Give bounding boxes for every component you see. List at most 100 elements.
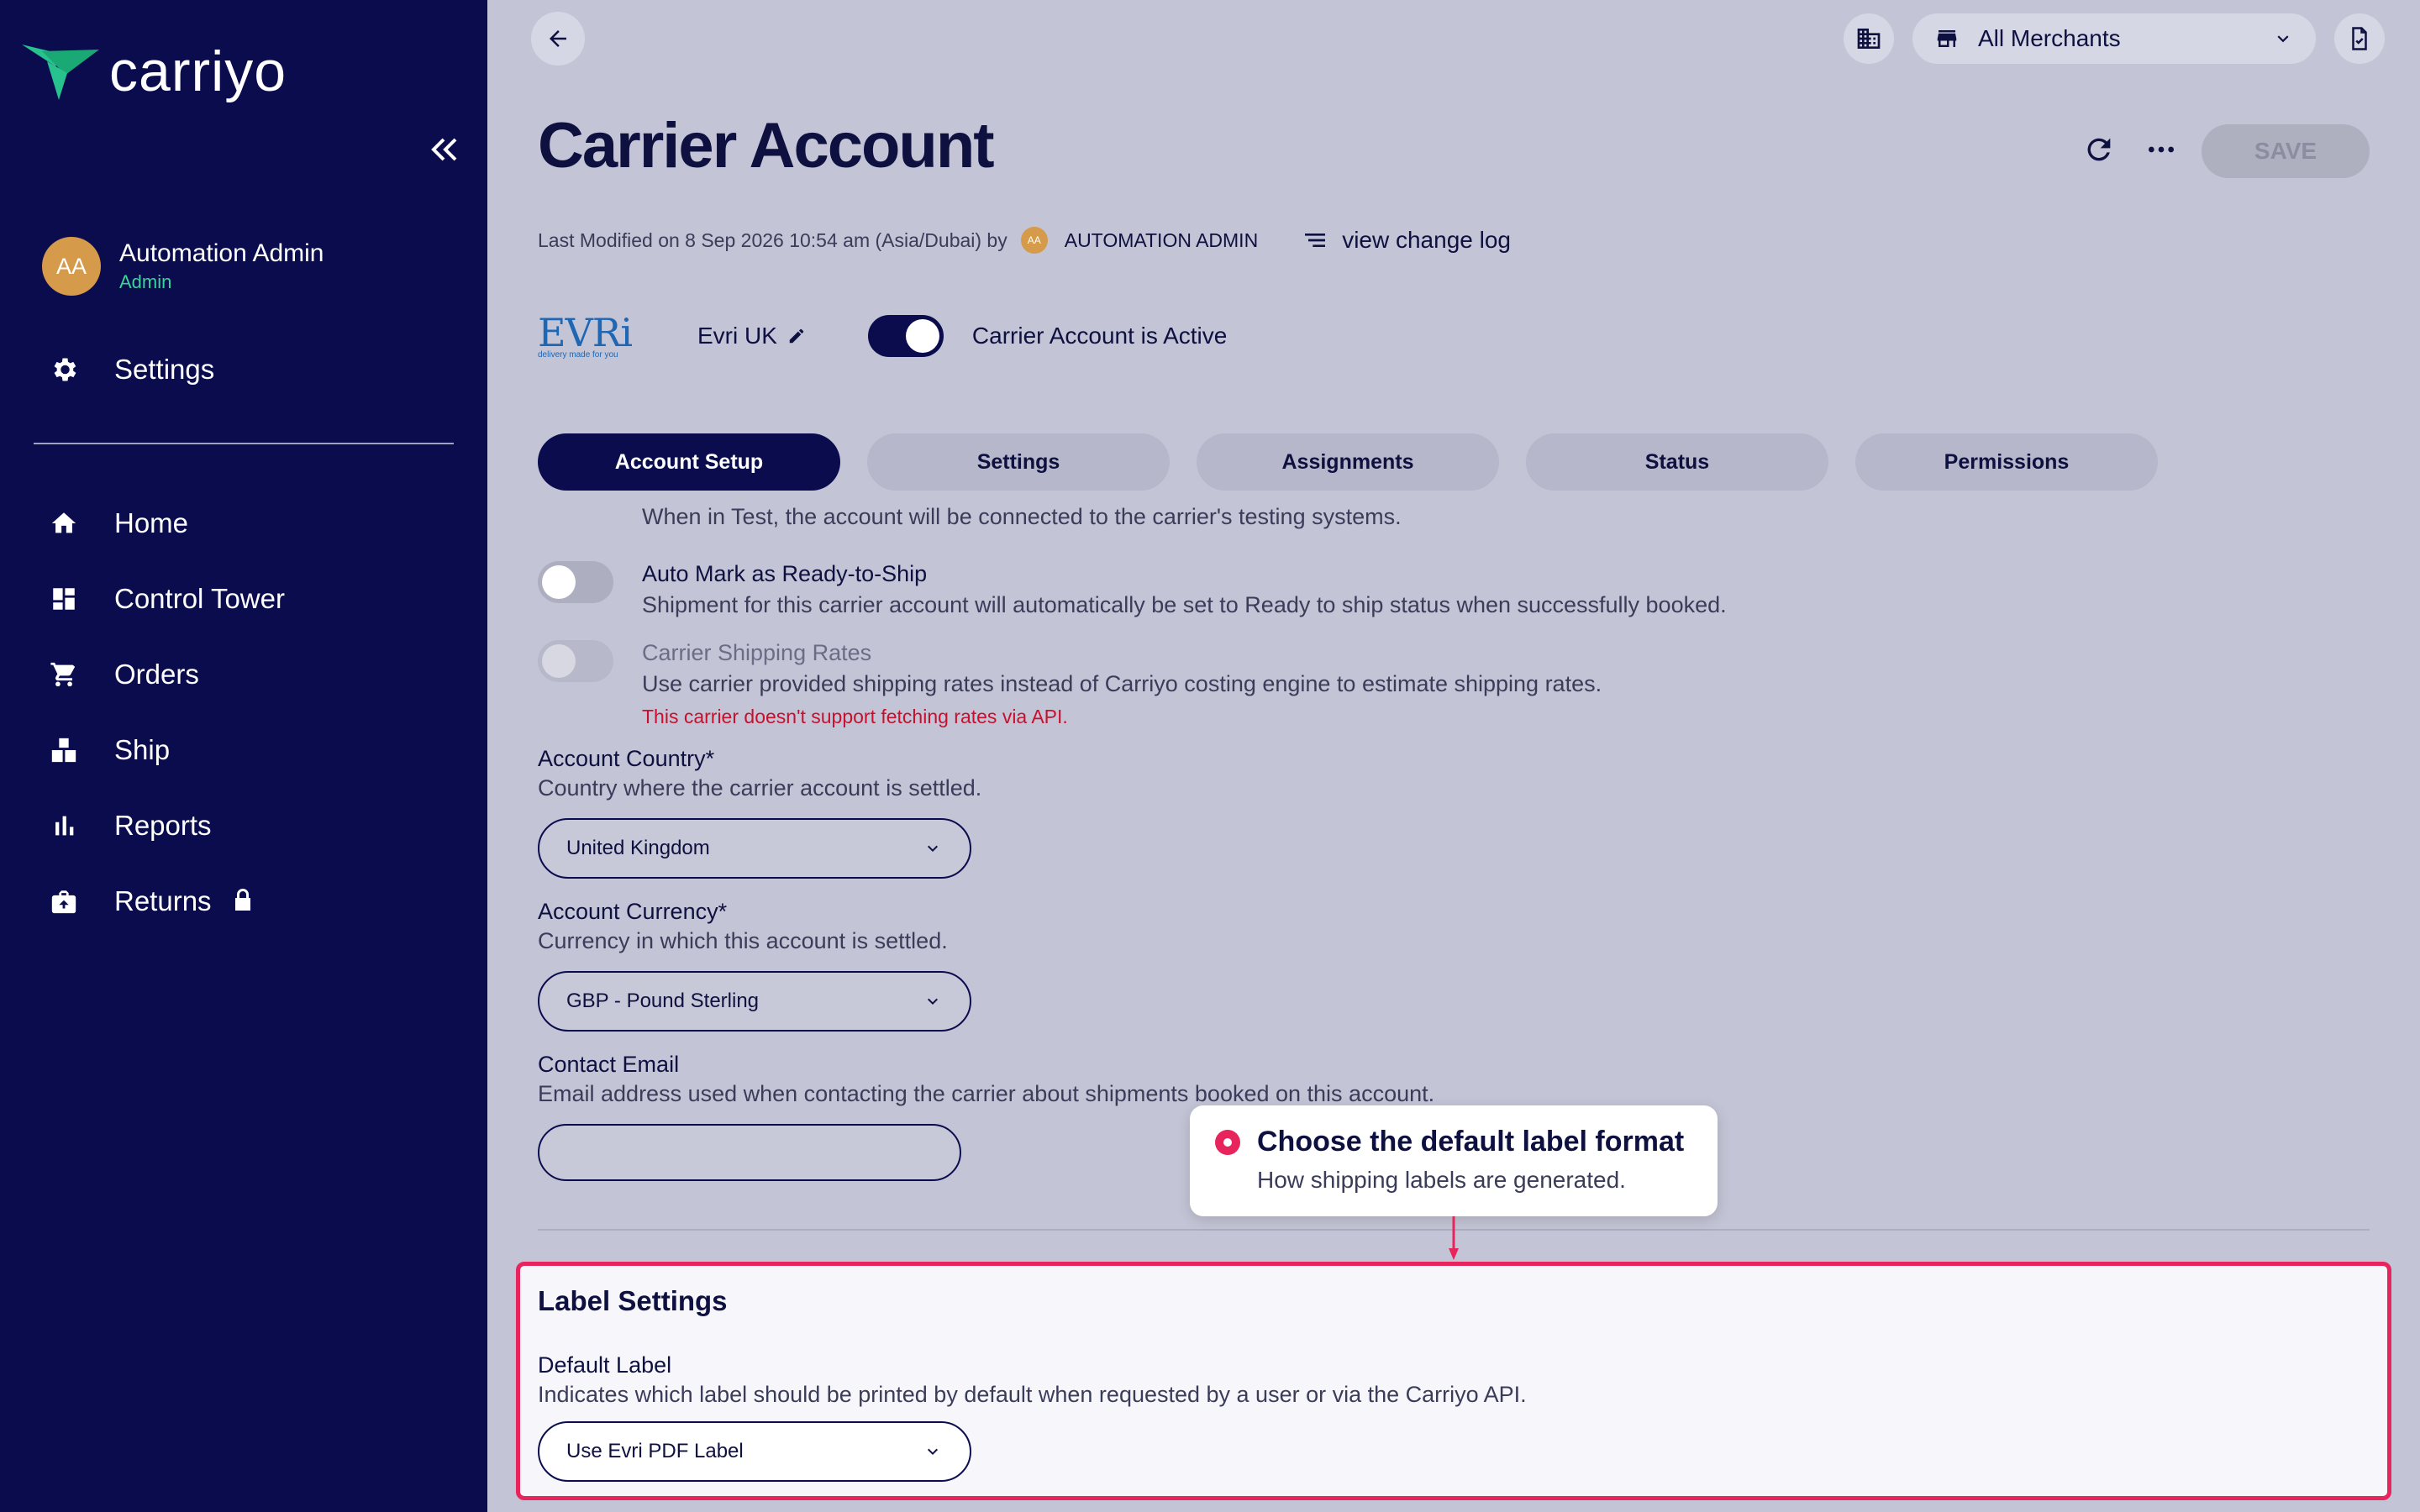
contact-email-description: Email address used when contacting the c… — [538, 1081, 1435, 1106]
double-chevron-left-icon — [431, 138, 457, 161]
contact-email-label: Contact Email — [538, 1052, 680, 1077]
merchant-select[interactable]: All Merchants — [1912, 13, 2316, 64]
account-country-value: United Kingdom — [566, 837, 710, 859]
building-icon — [1857, 29, 1881, 49]
list-icon — [1305, 234, 1326, 247]
merchant-select-value: All Merchants — [1978, 25, 2121, 51]
account-currency-value: GBP - Pound Sterling — [566, 990, 760, 1012]
refresh-button[interactable] — [2082, 133, 2116, 171]
sidebar-item-label: Home — [114, 507, 189, 538]
page-title: Carrier Account — [538, 110, 995, 181]
lock-icon — [234, 885, 252, 917]
sidebar-item-reports[interactable]: Reports — [47, 788, 285, 864]
carrier-name-text: Evri UK — [697, 323, 777, 349]
auto-mark-toggle[interactable] — [538, 561, 613, 603]
shipping-rates-toggle — [538, 640, 613, 682]
chevron-down-icon — [928, 998, 938, 1005]
sidebar-item-ship[interactable]: Ship — [47, 712, 285, 788]
default-label-description: Indicates which label should be printed … — [538, 1382, 1527, 1407]
shipping-rates-title: Carrier Shipping Rates — [642, 640, 872, 665]
tooltip-title: Choose the default label format — [1257, 1126, 1685, 1158]
chevron-down-icon — [2277, 35, 2289, 43]
auto-mark-description: Shipment for this carrier account will a… — [642, 592, 1727, 617]
carrier-row: EVRi delivery made for you Evri UK Carri… — [538, 311, 1227, 361]
pencil-icon[interactable] — [787, 327, 806, 345]
account-country-description: Country where the carrier account is set… — [538, 775, 982, 801]
modified-text: Last Modified on 8 Sep 2026 10:54 am (As… — [538, 228, 1007, 251]
carrier-name[interactable]: Evri UK — [697, 323, 806, 349]
save-button[interactable]: SAVE — [2202, 124, 2370, 178]
sidebar: carriyo AA Automation Admin Admin Settin… — [0, 0, 487, 1512]
collapse-sidebar-button[interactable] — [427, 133, 460, 166]
account-country-select[interactable]: United Kingdom — [538, 818, 971, 879]
carriyo-logo[interactable]: carriyo — [22, 39, 287, 104]
user-profile[interactable]: AA Automation Admin Admin — [42, 237, 324, 296]
account-currency-label: Account Currency* — [538, 899, 728, 924]
modified-user: AUTOMATION ADMIN — [1064, 228, 1259, 251]
refresh-icon — [2087, 138, 2111, 161]
chevron-down-icon — [928, 845, 938, 852]
active-toggle[interactable] — [867, 315, 944, 357]
shipping-rates-description: Use carrier provided shipping rates inst… — [642, 671, 1602, 696]
back-button[interactable] — [531, 12, 585, 66]
sidebar-item-label: Ship — [114, 734, 171, 765]
evri-logo-word: EVRi — [538, 309, 633, 355]
evri-logo-tagline: delivery made for you — [538, 349, 618, 360]
active-toggle-label: Carrier Account is Active — [971, 323, 1228, 349]
account-country-field: Account Country* Country where the carri… — [538, 746, 981, 879]
changelog-label: view change log — [1342, 227, 1511, 253]
auto-mark-row: Auto Mark as Ready-to-Ship Shipment for … — [538, 561, 1727, 618]
default-label-value: Use Evri PDF Label — [566, 1440, 744, 1462]
account-currency-select[interactable]: GBP - Pound Sterling — [538, 971, 971, 1032]
home-icon — [47, 507, 81, 540]
default-label-label: Default Label — [538, 1352, 672, 1378]
label-settings-section: Label Settings Default Label Indicates w… — [538, 1285, 1527, 1482]
cart-icon — [47, 658, 81, 691]
gear-icon — [47, 353, 81, 386]
account-currency-description: Currency in which this account is settle… — [538, 928, 948, 953]
ship-icon — [47, 733, 81, 767]
shipping-rates-error: This carrier doesn't support fetching ra… — [642, 706, 1068, 727]
sidebar-item-returns[interactable]: Returns — [47, 864, 285, 939]
auto-mark-title: Auto Mark as Ready-to-Ship — [642, 561, 928, 586]
avatar: AA — [42, 237, 101, 296]
contact-email-input[interactable] — [538, 1124, 961, 1181]
sidebar-item-label: Returns — [114, 885, 212, 916]
bar-chart-icon — [47, 809, 81, 843]
view-change-log-link[interactable]: view change log — [1302, 227, 1511, 254]
sidebar-item-control-tower[interactable]: Control Tower — [47, 561, 285, 637]
sidebar-item-orders[interactable]: Orders — [47, 637, 285, 712]
tab-status[interactable]: Status — [1526, 433, 1828, 491]
tooltip-description: How shipping labels are generated. — [1257, 1167, 1626, 1193]
guide-tooltip: Choose the default label format How ship… — [1190, 1105, 1718, 1216]
sidebar-item-label: Control Tower — [114, 583, 285, 614]
avatar: AA — [1020, 227, 1048, 254]
document-check-icon — [2352, 27, 2367, 50]
more-options-button[interactable] — [2144, 133, 2178, 171]
organization-button[interactable] — [1844, 13, 1894, 64]
chevron-down-icon — [928, 1448, 938, 1455]
tooltip-marker-icon — [1215, 1129, 1240, 1155]
sidebar-item-settings[interactable]: Settings — [47, 353, 214, 386]
tab-settings[interactable]: Settings — [867, 433, 1170, 491]
returns-icon — [47, 885, 81, 918]
sidebar-item-label: Settings — [114, 354, 215, 385]
evri-logo: EVRi delivery made for you — [538, 311, 647, 361]
sidebar-divider — [34, 443, 454, 444]
dashboard-icon — [47, 582, 81, 616]
sidebar-nav: Home Control Tower Orders Ship Reports R… — [47, 486, 285, 939]
sidebar-item-label: Reports — [114, 810, 212, 841]
label-settings-title: Label Settings — [538, 1285, 728, 1316]
tabs: Account Setup Settings Assignments Statu… — [538, 433, 2185, 491]
sidebar-item-label: Orders — [114, 659, 199, 690]
tooltip-arrow-icon — [1449, 1216, 1459, 1260]
carriyo-bird-icon — [22, 45, 99, 100]
documents-button[interactable] — [2334, 13, 2385, 64]
tab-account-setup[interactable]: Account Setup — [538, 433, 840, 491]
default-label-select[interactable]: Use Evri PDF Label — [538, 1421, 971, 1482]
tab-permissions[interactable]: Permissions — [1855, 433, 2158, 491]
sidebar-item-home[interactable]: Home — [47, 486, 285, 561]
arrow-left-icon — [550, 30, 566, 47]
last-modified: Last Modified on 8 Sep 2026 10:54 am (As… — [538, 227, 1511, 254]
tab-assignments[interactable]: Assignments — [1197, 433, 1499, 491]
